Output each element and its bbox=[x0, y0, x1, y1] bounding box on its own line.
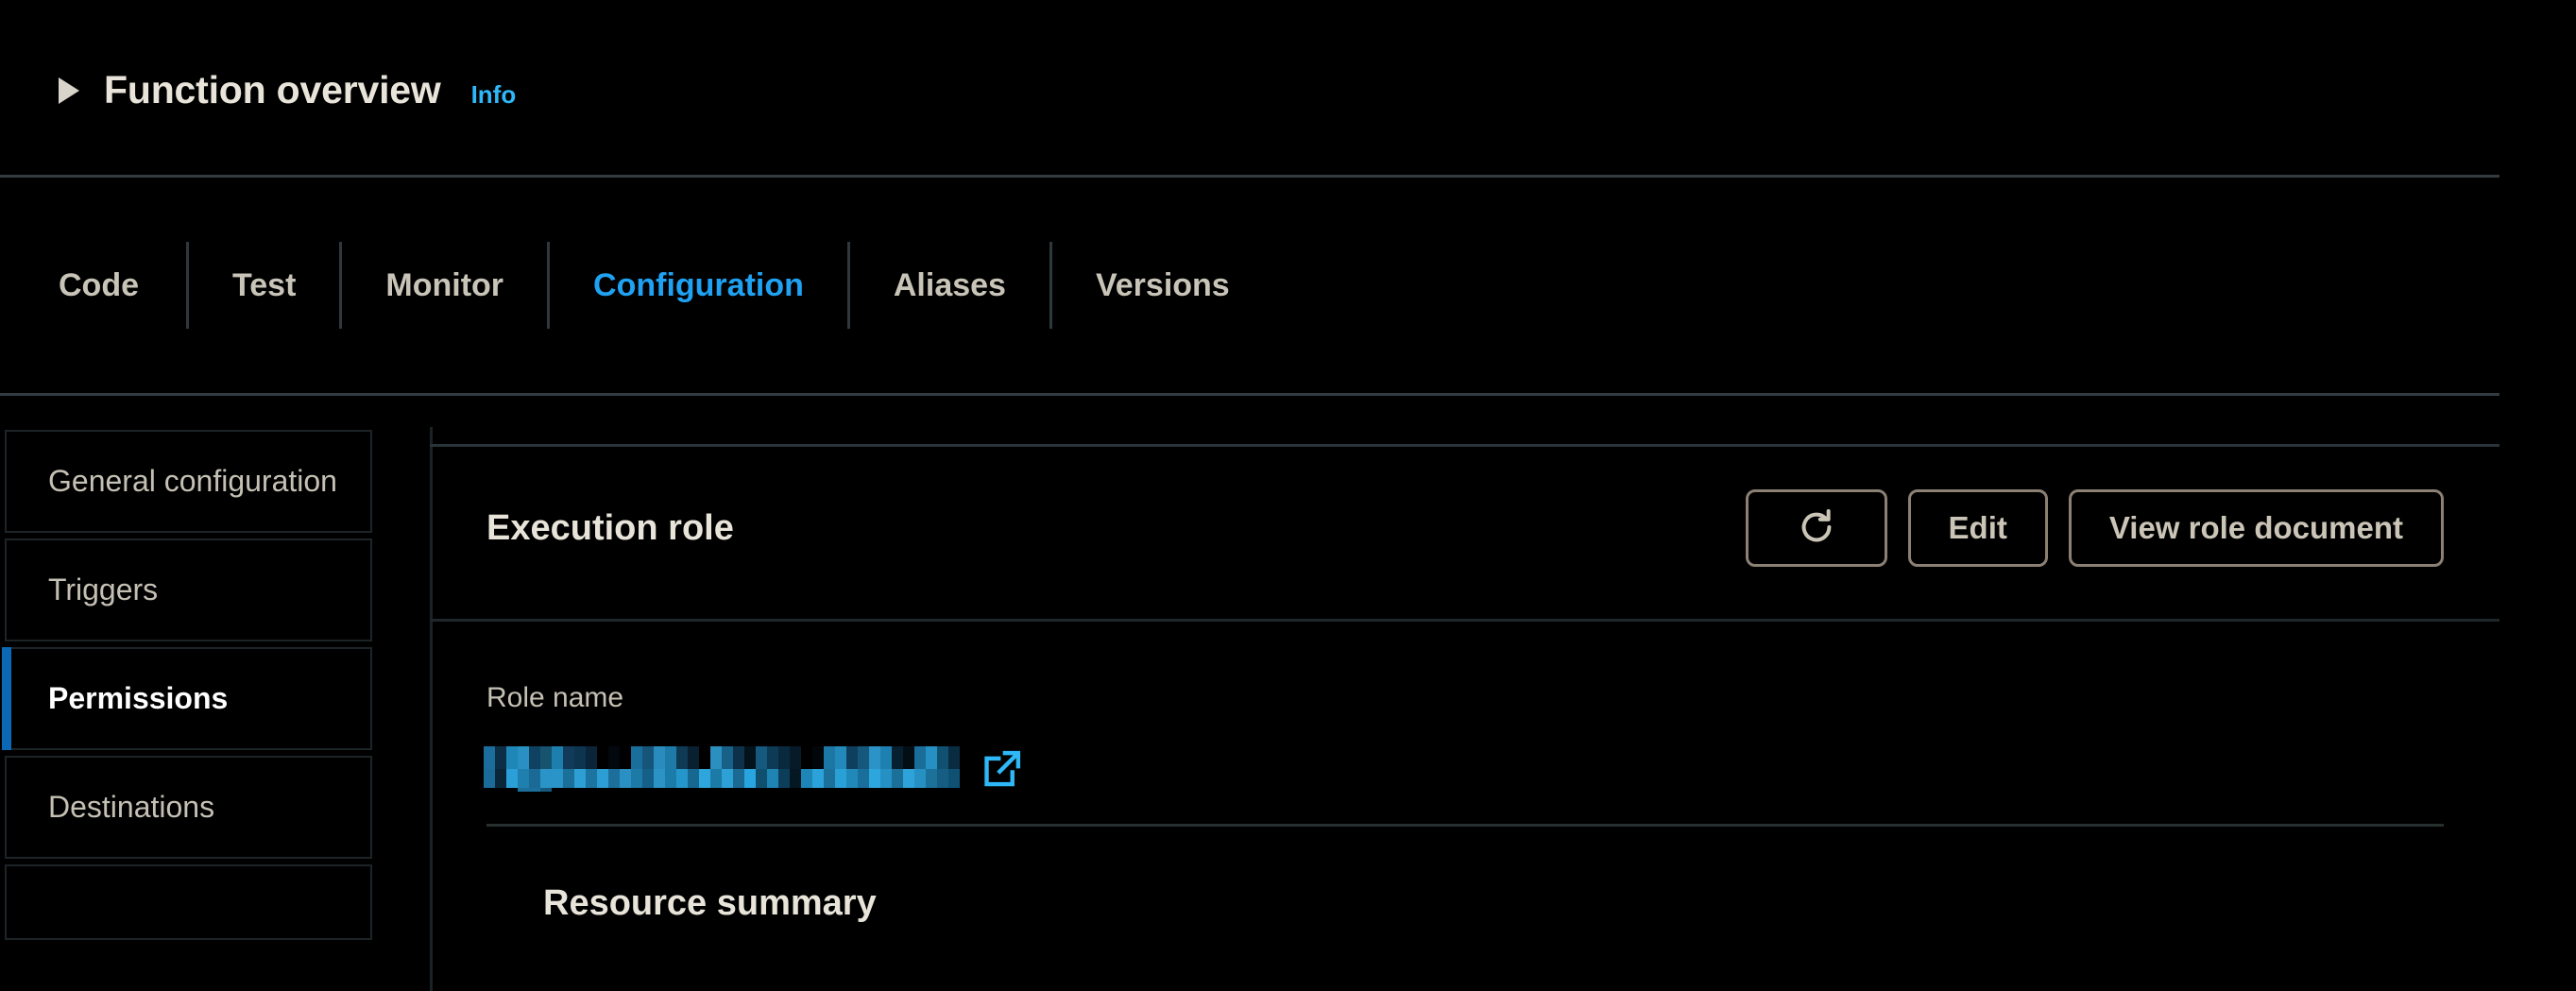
role-name-value-row bbox=[484, 746, 1024, 792]
sidebar-item-next-partial[interactable] bbox=[5, 864, 372, 941]
tab-configuration[interactable]: Configuration bbox=[550, 178, 847, 393]
sidebar-item-label: Triggers bbox=[48, 572, 159, 607]
edit-button[interactable]: Edit bbox=[1907, 489, 2048, 567]
role-name-divider bbox=[486, 824, 2444, 827]
execution-role-header: Execution role Edit View role document bbox=[486, 485, 2444, 572]
page-title: Function overview bbox=[104, 67, 441, 111]
role-name-label: Role name bbox=[486, 682, 624, 713]
tab-monitor-label: Monitor bbox=[385, 266, 504, 303]
execution-role-divider bbox=[430, 619, 2499, 622]
tab-versions[interactable]: Versions bbox=[1052, 178, 1273, 393]
content-top-divider bbox=[430, 444, 2499, 447]
resource-summary-title: Resource summary bbox=[543, 883, 877, 923]
redacted-role-name-value[interactable] bbox=[484, 746, 964, 792]
sidebar-item-label: Destinations bbox=[48, 790, 215, 825]
tab-bar-divider bbox=[0, 393, 2499, 396]
tab-code-label: Code bbox=[59, 266, 139, 303]
external-link-icon[interactable] bbox=[981, 747, 1024, 791]
tab-configuration-label: Configuration bbox=[593, 266, 804, 303]
tab-code[interactable]: Code bbox=[0, 178, 186, 393]
lambda-function-configuration-page: Function overview Info Code Test Monitor… bbox=[0, 0, 2576, 991]
sidebar-item-triggers[interactable]: Triggers bbox=[5, 538, 372, 642]
tab-monitor[interactable]: Monitor bbox=[342, 178, 547, 393]
sidebar-item-label: General configuration bbox=[48, 464, 337, 498]
tab-bar: Code Test Monitor Configuration Aliases … bbox=[0, 178, 2499, 393]
sidebar-item-general-configuration[interactable]: General configuration bbox=[5, 430, 372, 534]
function-overview-header: Function overview Info bbox=[0, 0, 2576, 176]
sidebar-item-destinations[interactable]: Destinations bbox=[5, 756, 372, 860]
function-overview-header-inner: Function overview Info bbox=[59, 68, 516, 112]
tab-aliases[interactable]: Aliases bbox=[850, 178, 1049, 393]
tab-test[interactable]: Test bbox=[189, 178, 339, 393]
tab-test-label: Test bbox=[232, 266, 297, 303]
view-role-document-button[interactable]: View role document bbox=[2068, 489, 2444, 567]
refresh-button[interactable] bbox=[1745, 489, 1887, 567]
expand-collapse-triangle-icon[interactable] bbox=[59, 77, 79, 104]
refresh-icon bbox=[1801, 508, 1831, 542]
execution-role-actions: Edit View role document bbox=[1745, 489, 2444, 567]
execution-role-title: Execution role bbox=[486, 507, 734, 548]
sidenav-content-divider bbox=[430, 427, 433, 991]
sidebar-item-label: Permissions bbox=[48, 681, 229, 716]
info-link[interactable]: Info bbox=[471, 80, 517, 110]
tab-versions-label: Versions bbox=[1095, 266, 1230, 303]
edit-button-label: Edit bbox=[1948, 510, 2007, 545]
configuration-sidenav: General configuration Triggers Permissio… bbox=[2, 430, 372, 941]
sidebar-item-permissions[interactable]: Permissions bbox=[2, 647, 372, 751]
tab-aliases-label: Aliases bbox=[893, 266, 1006, 303]
view-role-document-button-label: View role document bbox=[2108, 510, 2403, 545]
